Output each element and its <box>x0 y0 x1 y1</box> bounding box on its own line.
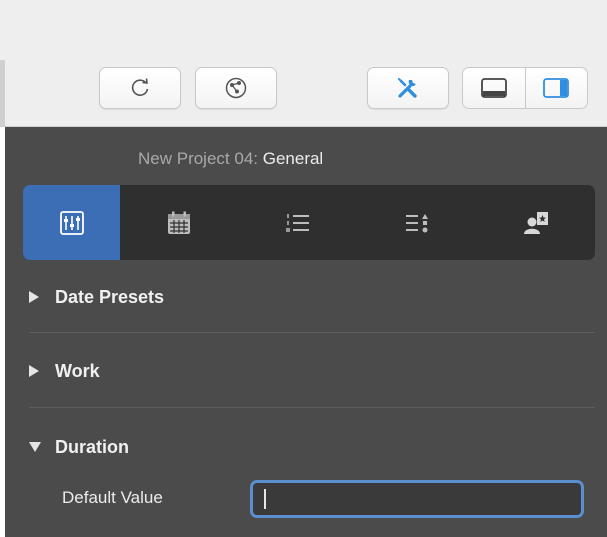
section-label: Work <box>55 360 100 381</box>
text-caret <box>264 489 266 509</box>
tab-general[interactable] <box>23 185 120 260</box>
network-button[interactable] <box>195 67 277 109</box>
section-duration[interactable]: Duration <box>29 432 129 462</box>
right-panel-icon <box>543 78 570 98</box>
refresh-icon <box>131 78 149 96</box>
section-date-presets[interactable]: Date Presets <box>29 282 164 312</box>
refresh-button[interactable] <box>99 67 181 109</box>
network-icon <box>225 77 247 99</box>
tab-calendar[interactable] <box>120 185 239 260</box>
disclosure-triangle-icon <box>29 291 39 303</box>
tools-icon <box>398 78 417 98</box>
tab-sort[interactable] <box>358 185 477 260</box>
inspector-panel: New Project 04: General Date Presets Wor… <box>5 127 607 537</box>
toolbar <box>0 0 607 127</box>
divider <box>29 407 595 408</box>
sort-list-icon <box>405 213 428 232</box>
bottom-panel-toggle[interactable] <box>463 68 525 108</box>
project-name: New Project 04: <box>138 149 258 168</box>
inspector-tab-bar <box>23 185 595 260</box>
panel-toggle-group <box>462 67 588 109</box>
right-panel-toggle[interactable] <box>524 68 588 108</box>
section-work[interactable]: Work <box>29 356 100 386</box>
tools-button[interactable] <box>367 67 449 109</box>
toolbar-edge <box>0 60 5 126</box>
section-label: Duration <box>55 436 129 457</box>
divider <box>29 332 595 333</box>
tab-list[interactable] <box>239 185 358 260</box>
bottom-panel-icon <box>480 78 507 98</box>
calendar-icon <box>168 211 191 234</box>
sliders-icon <box>59 210 84 235</box>
list-icon <box>286 213 310 232</box>
disclosure-triangle-icon <box>29 442 41 452</box>
disclosure-triangle-icon <box>29 365 39 377</box>
default-value-input[interactable] <box>250 480 584 518</box>
section-label: Date Presets <box>55 286 165 307</box>
panel-title: New Project 04: General <box>5 149 607 169</box>
tab-resource[interactable] <box>476 185 595 260</box>
section-name: General <box>262 149 324 168</box>
person-badge-icon <box>523 211 548 234</box>
default-value-label: Default Value <box>62 488 163 507</box>
